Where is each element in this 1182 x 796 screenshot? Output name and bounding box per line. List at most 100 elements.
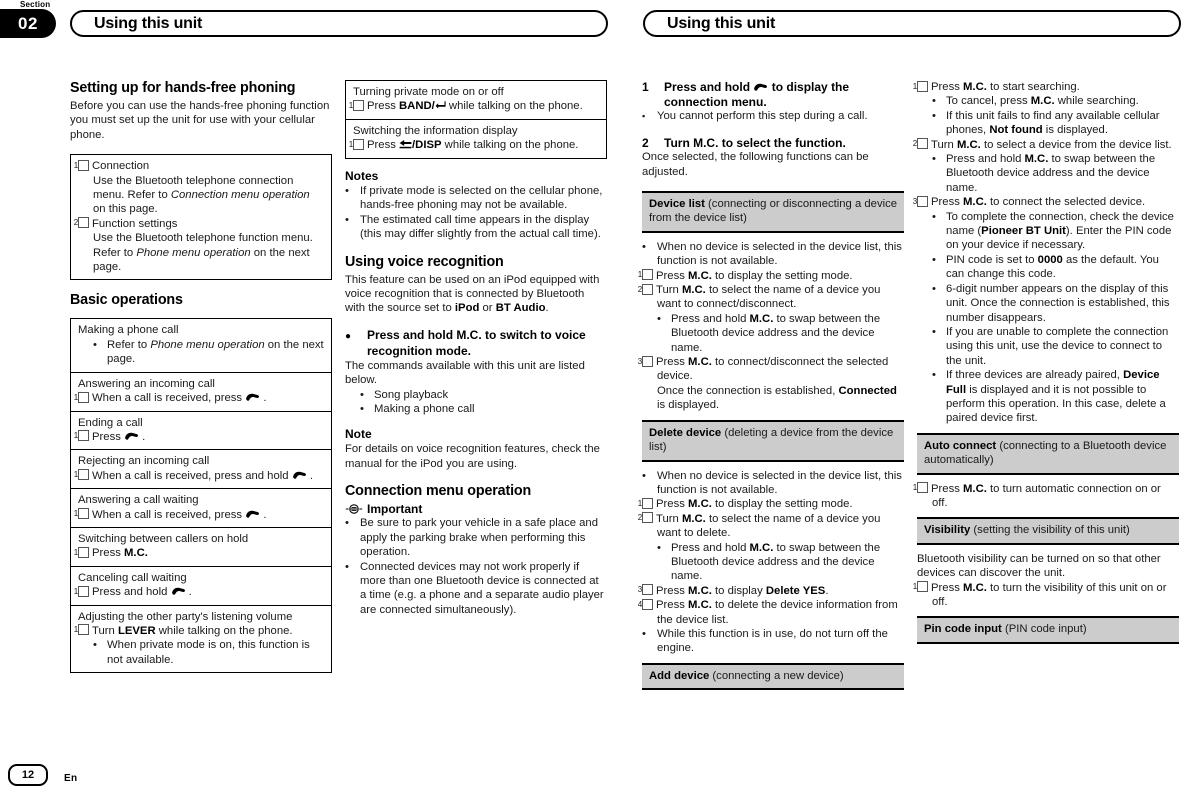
phone-handset-icon [292,470,307,480]
list-item: While this function is in use, do not tu… [642,627,904,656]
table-row: Switching between callers on hold 1 Press… [71,528,331,567]
setup-box-row: 1 Connection Use the Bluetooth telephone … [71,155,331,279]
heading-note: Note [345,426,372,441]
step-number-badge: 1 [349,138,364,150]
setup-box: 1 Connection Use the Bluetooth telephone … [70,154,332,281]
step-number-badge: 1 [74,624,89,636]
procedure-number: 1 [642,80,649,94]
list-item: 1 Press M.C. to display the setting mode. [637,497,853,511]
row-step: 1 Press . [73,430,146,443]
list-item: 3 Press M.C. to display Delete YES. [637,584,829,597]
row-title: Adjusting the other party's listening vo… [78,610,293,623]
table-row: Making a phone call Refer to Phone menu … [71,319,331,373]
table-row: Switching the information display 1 Press… [346,120,606,158]
column-1: Setting up for hands-free phoning Before… [70,80,332,674]
column-3: 1 Press and hold to display the connectio… [637,80,904,691]
heading-connection-menu: Connection menu operation [345,482,532,499]
list-item: When no device is selected in the device… [642,240,904,269]
list-item: 1 Press M.C. to start searching. [912,80,1080,93]
step-number-badge: 1 [74,159,89,171]
row-title: Answering a call waiting [78,494,199,507]
row-step: 1 Turn LEVER while talking on the phone. [73,624,293,637]
row-title: Turning private mode on or off [353,86,504,98]
voice-command-item: Making a phone call [345,402,607,416]
voice-body: The commands available with this unit ar… [345,360,585,387]
column-2: Turning private mode on or off 1 Press BA… [345,80,607,617]
procedure-note: You cannot perform this step during a ca… [642,109,904,123]
row-step: 1 When a call is received, press and hold… [73,469,313,482]
list-item: 4 Press M.C. to delete the device informa… [637,598,898,626]
list-item: 1 Press M.C. to display the setting mode. [637,269,853,282]
list-item: If three devices are already paired, Dev… [917,368,1179,426]
procedure-step-2: 2 Turn M.C. to select the function. [642,135,846,150]
phone-handset-icon [753,82,768,92]
row-step: 1 When a call is received, press . [73,391,267,405]
important-bulb-icon [345,503,363,515]
step-number-badge: 3 [638,355,653,367]
step-number-badge: 3 [638,584,653,596]
row-step: 1 Press /DISP while talking on the phone. [348,138,579,152]
important-bullet: Be sure to park your vehicle in a safe p… [345,516,607,559]
heading-voice-recognition: Using voice recognition [345,253,504,270]
list-item: 3 Press M.C. to connect/disconnect the se… [637,355,889,383]
important-callout: Important [345,502,607,516]
note-bullet: If private mode is selected on the cellu… [345,184,607,213]
phone-handset-icon [124,431,139,441]
list-item: If this unit fails to find any available… [917,109,1179,138]
list-item: To complete the connection, check the de… [917,210,1179,253]
function-header-device-list: Device list (connecting or disconnecting… [642,191,904,233]
phone-handset-icon [245,392,260,402]
row-title: Ending a call [78,416,143,429]
function-header-delete-device: Delete device (deleting a device from th… [642,419,904,462]
step-number-badge: 2 [913,138,928,150]
table-row: Turning private mode on or off 1 Press BA… [346,81,606,120]
list-item: 3 Press M.C. to connect the selected devi… [912,195,1146,209]
note-bullet: The estimated call time appears in the d… [345,213,607,242]
step-number-badge: 1 [638,497,653,509]
step-number-badge: 4 [638,598,653,610]
list-item: Press and hold M.C. to swap between the … [642,541,904,584]
row-bullet: When private mode is on, this function i… [78,638,325,667]
phone-handset-icon [171,586,186,596]
list-item: 6-digit number appears on the display of… [917,282,1179,325]
list-item: 2 Turn M.C. to select the name of a devic… [637,512,881,540]
step-number-badge: 1 [913,482,928,494]
step-number-badge: 2 [638,283,653,295]
list-item: 2 Turn M.C. to select the name of a devic… [637,283,881,311]
step-number-badge: 1 [913,581,928,593]
row-title: Rejecting an incoming call [78,455,210,468]
list-item: Once the connection is established, Conn… [657,384,897,412]
table-row: Answering a call waiting 1 When a call is… [71,489,331,528]
row-step: 1 Press M.C. [73,546,148,560]
row-title: Switching the information display [353,124,518,137]
list-item: If you are unable to complete the connec… [917,325,1179,368]
phone-handset-icon [245,509,260,519]
voice-command-item: Song playback [345,388,607,402]
list-item: Press and hold M.C. to swap between the … [917,152,1179,195]
disp-arrow-icon [399,139,412,149]
page-banner-right-title: Using this unit [667,14,776,32]
setup-item-2: 2 Function settings [73,217,178,230]
list-item: Press and hold M.C. to swap between the … [642,312,904,355]
function-header-pin-code-input: Pin code input (PIN code input) [917,616,1179,644]
setup-item-2-body: Use the Bluetooth telephone function men… [93,232,313,274]
step-number-badge: 1 [638,269,653,281]
list-item: 1 Press M.C. to turn the visibility of th… [912,581,1167,608]
column-4: 1Press M.C. to start searching. To cance… [912,80,1179,644]
table-row: Ending a call 1 Press . [71,412,331,451]
table-row: Rejecting an incoming call 1 When a call … [71,450,331,490]
step-number-badge: 1 [913,80,928,92]
list-item: When no device is selected in the device… [642,469,904,498]
important-label: Important [367,501,423,516]
row-title: Canceling call waiting [78,571,187,584]
row-title: Switching between callers on hold [78,532,249,545]
band-return-icon [435,100,446,110]
function-header-add-device: Add device (connecting a new device) [642,662,904,691]
section-number-tag: 02 [0,9,56,38]
language-code: En [64,773,78,784]
list-item: 2 Turn M.C. to select a device from the d… [912,138,1172,151]
heading-setting-up: Setting up for hands-free phoning [70,80,296,96]
function-header-auto-connect: Auto connect (connecting to a Bluetooth … [917,432,1179,475]
procedure-step-2-body: Once selected, the following functions c… [642,151,869,178]
step-number-badge: 2 [74,217,89,229]
